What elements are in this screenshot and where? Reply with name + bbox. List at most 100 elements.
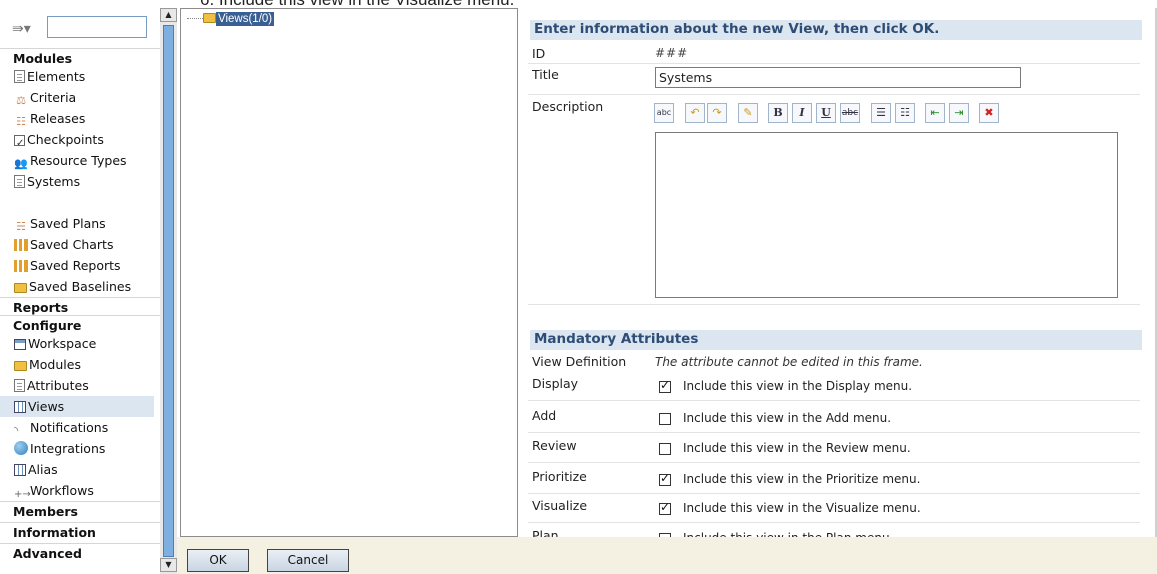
- nav-section-advanced[interactable]: Advanced: [0, 543, 160, 561]
- row-divider: [528, 522, 1140, 523]
- nav-item-integrations[interactable]: Integrations: [0, 438, 160, 459]
- nav-item-workspace[interactable]: Workspace: [0, 333, 160, 354]
- nav-item-label: Workspace: [28, 336, 97, 351]
- nav-item-attributes[interactable]: Attributes: [0, 375, 160, 396]
- nav-search-bar: ⇛▾: [0, 8, 160, 48]
- underline-button[interactable]: U: [816, 103, 836, 123]
- view-form: Enter information about the new View, th…: [528, 8, 1143, 537]
- remove-format-icon[interactable]: ✖: [979, 103, 999, 123]
- nav-item-label: Releases: [30, 111, 86, 126]
- people-icon: 👥: [14, 157, 28, 170]
- nav-scrollbar[interactable]: ▲ ▼: [160, 8, 177, 574]
- nav-scrollbar-thumb[interactable]: [163, 25, 174, 557]
- attribute-label: Review: [532, 438, 577, 453]
- document-icon: [14, 175, 25, 188]
- criteria-icon: ⚖: [16, 94, 26, 107]
- description-editor[interactable]: [655, 132, 1118, 298]
- nav-item-label: Saved Plans: [30, 216, 106, 231]
- nav-item-label: Views: [28, 399, 65, 414]
- nav-item-criteria[interactable]: ⚖ Criteria: [0, 87, 160, 108]
- menu-checkbox-visualize[interactable]: [659, 500, 671, 515]
- menu-checkbox-add[interactable]: [659, 413, 671, 425]
- attribute-row-plan: PlanInclude this view in the Plan menu.: [528, 528, 1143, 537]
- baseline-icon: [14, 283, 27, 293]
- tree-connector: [187, 18, 203, 19]
- menu-checkbox-prioritize[interactable]: [659, 471, 671, 486]
- nav-item-label: Saved Baselines: [29, 279, 132, 294]
- nav-item-modules[interactable]: Modules: [0, 354, 160, 375]
- strikethrough-button[interactable]: abc: [840, 103, 860, 123]
- undo-icon[interactable]: ↶: [685, 103, 705, 123]
- nav-item-resource-types[interactable]: 👥 Resource Types: [0, 150, 160, 171]
- nav-item-workflows[interactable]: +→Workflows: [0, 480, 160, 501]
- mandatory-attributes-title: Mandatory Attributes: [534, 331, 699, 347]
- menu-checkbox-review[interactable]: [659, 443, 671, 455]
- workflow-icon: +→: [14, 489, 31, 500]
- nav-item-systems[interactable]: Systems: [0, 171, 160, 192]
- view-definition-label: View Definition: [532, 354, 627, 369]
- redo-icon[interactable]: ↷: [707, 103, 727, 123]
- mandatory-attributes-header: Mandatory Attributes: [530, 330, 1142, 350]
- nav-item-label: Notifications: [30, 420, 109, 435]
- outdent-icon[interactable]: ⇤: [925, 103, 945, 123]
- nav-item-saved-reports[interactable]: Saved Reports: [0, 255, 160, 276]
- italic-button[interactable]: I: [792, 103, 812, 123]
- nav-item-elements[interactable]: Elements: [0, 66, 160, 87]
- alias-icon: [14, 464, 26, 476]
- numbered-list-icon[interactable]: ☰: [871, 103, 891, 123]
- nav-item-notifications[interactable]: ◝ Notifications: [0, 417, 160, 438]
- nav-section-modules[interactable]: Modules: [0, 48, 160, 66]
- nav-item-label: Integrations: [30, 441, 106, 456]
- nav-search-input[interactable]: [47, 16, 147, 38]
- indent-icon[interactable]: ⇥: [949, 103, 969, 123]
- id-label: ID: [532, 46, 546, 61]
- spellcheck-button[interactable]: abc: [654, 103, 674, 123]
- left-navigation: ⇛▾ Modules Elements ⚖ Criteria ☷ Releases …: [0, 8, 160, 574]
- title-input[interactable]: Systems: [655, 67, 1021, 88]
- nav-item-checkpoints[interactable]: Checkpoints: [0, 129, 160, 154]
- checkbox-label: Include this view in the Review menu.: [683, 441, 911, 455]
- document-heading: 6. Include this view in the Visualize me…: [200, 0, 514, 8]
- row-divider: [528, 432, 1140, 433]
- nav-section-configure[interactable]: Configure: [0, 315, 160, 333]
- attribute-row-display: Display Include this view in the Display …: [528, 376, 1143, 400]
- globe-icon: [14, 441, 28, 455]
- row-divider: [528, 304, 1140, 305]
- checkbox-icon: [14, 133, 25, 154]
- attribute-row-add: Add Include this view in the Add menu.: [528, 408, 1143, 432]
- nav-item-saved-plans[interactable]: ☵ Saved Plans: [0, 213, 160, 234]
- bottom-button-bar: OK Cancel: [177, 537, 1157, 574]
- form-scrollbar[interactable]: [1146, 8, 1157, 574]
- nav-item-views[interactable]: Views: [0, 396, 154, 417]
- report-icon: [14, 260, 28, 272]
- scroll-up-icon[interactable]: ▲: [160, 8, 177, 22]
- nav-item-releases[interactable]: ☷ Releases: [0, 108, 160, 129]
- clear-format-icon[interactable]: ✎: [738, 103, 758, 123]
- attribute-label: Plan: [532, 528, 559, 537]
- nav-menu-icon[interactable]: ⇛▾: [12, 21, 42, 39]
- nav-item-label: Saved Charts: [30, 237, 114, 252]
- attribute-label: Display: [532, 376, 579, 391]
- nav-item-saved-charts[interactable]: Saved Charts: [0, 234, 160, 255]
- tree-node-label: Views(1/0): [216, 12, 275, 26]
- scroll-down-icon[interactable]: ▼: [160, 558, 177, 572]
- folder-icon: [203, 13, 216, 23]
- tree-node-views[interactable]: Views(1/0): [187, 11, 275, 27]
- folder-icon: [14, 361, 27, 371]
- nav-section-members[interactable]: Members: [0, 501, 160, 519]
- bullet-list-icon[interactable]: ☷: [895, 103, 915, 123]
- notification-icon: ◝: [14, 424, 19, 437]
- menu-checkbox-display[interactable]: [659, 378, 671, 393]
- nav-item-alias[interactable]: Alias: [0, 459, 160, 480]
- nav-section-information[interactable]: Information: [0, 522, 160, 540]
- cancel-button[interactable]: Cancel: [267, 549, 349, 572]
- nav-item-saved-baselines[interactable]: Saved Baselines: [0, 276, 160, 297]
- nav-item-label: Checkpoints: [27, 132, 104, 147]
- form-header-text: Enter information about the new View, th…: [534, 21, 940, 37]
- id-value: ###: [655, 46, 689, 60]
- ok-button[interactable]: OK: [187, 549, 249, 572]
- bold-button[interactable]: B: [768, 103, 788, 123]
- nav-section-reports[interactable]: Reports: [0, 297, 160, 315]
- row-divider: [528, 94, 1140, 95]
- description-label: Description: [532, 99, 604, 114]
